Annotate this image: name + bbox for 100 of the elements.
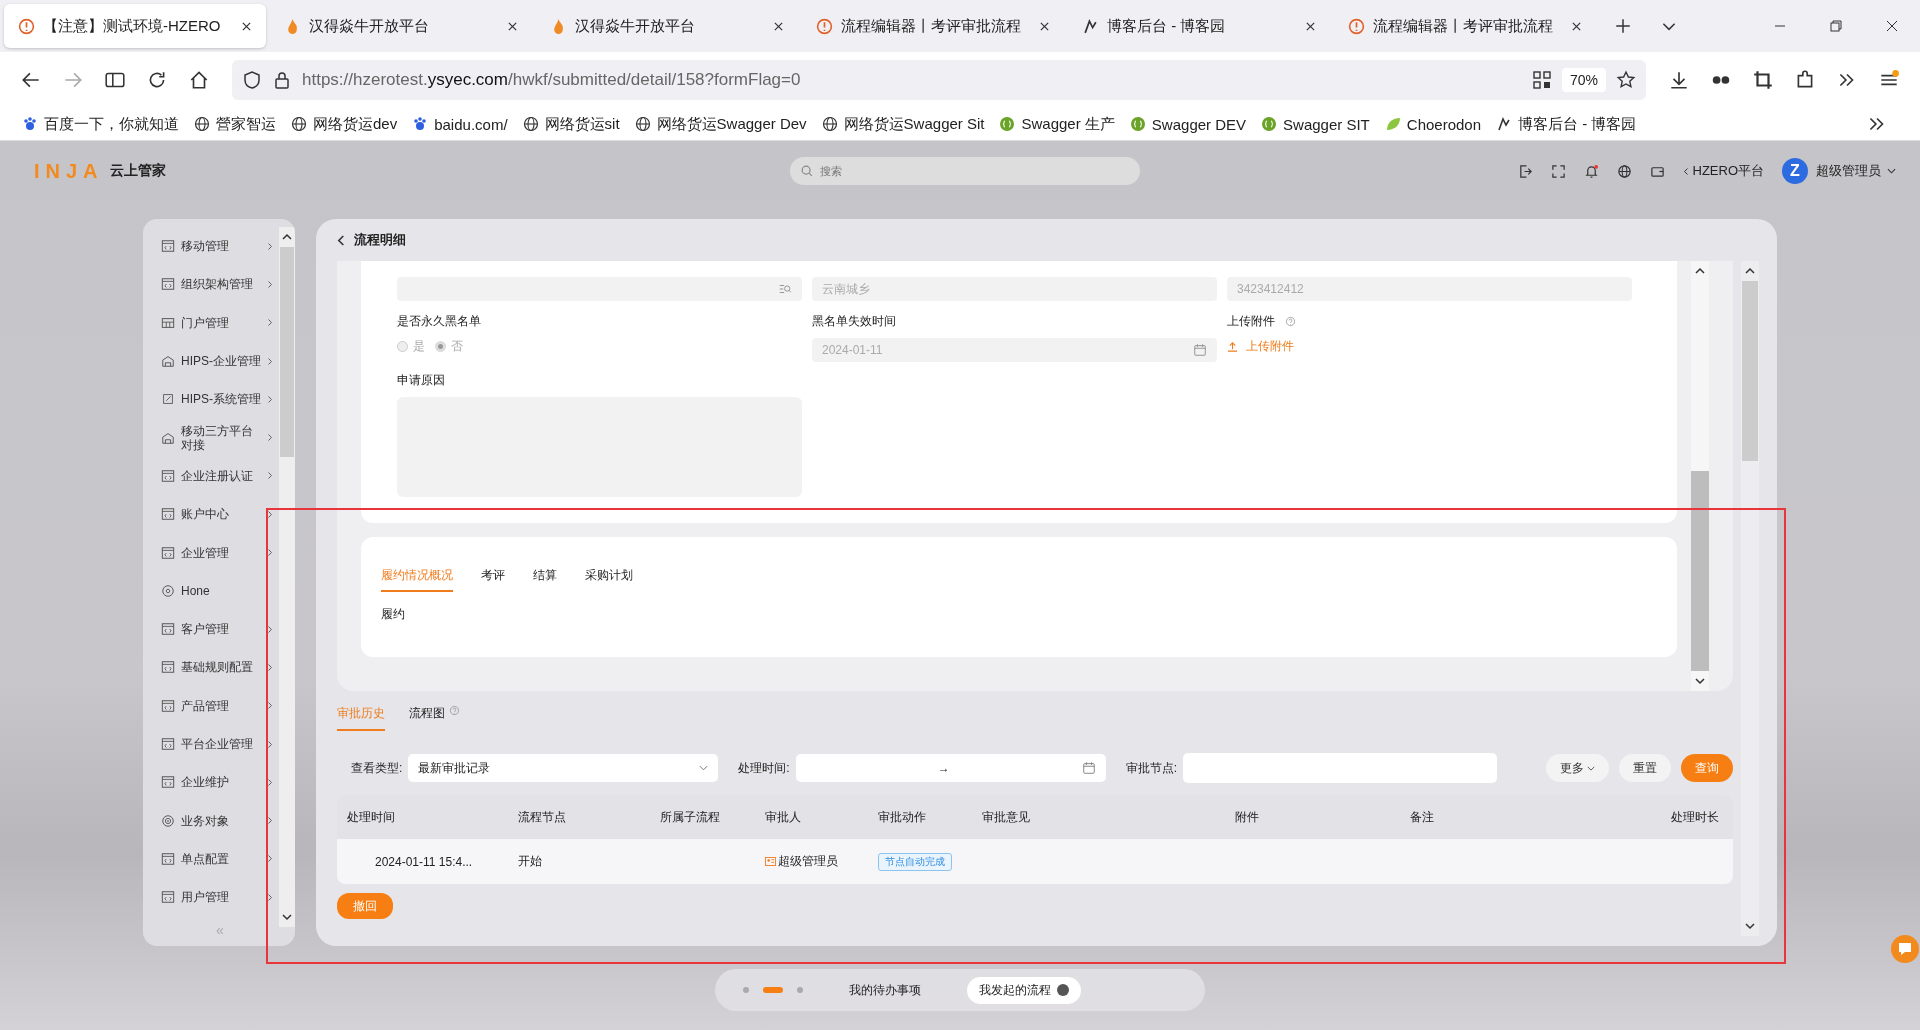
menu-item[interactable]: 企业管理 — [161, 533, 279, 572]
scrollbar[interactable] — [279, 227, 295, 927]
menu-label[interactable]: 基础规则配置 — [181, 660, 261, 675]
menu-label[interactable]: 组织架构管理 — [181, 277, 261, 292]
close-icon[interactable] — [1039, 20, 1050, 32]
star-icon[interactable] — [1616, 70, 1636, 90]
menu-label[interactable]: 企业管理 — [181, 545, 261, 560]
close-icon[interactable] — [1884, 18, 1900, 34]
menu-item[interactable]: HIPS-系统管理 — [161, 380, 279, 419]
menu-label[interactable]: 单点配置 — [181, 851, 261, 866]
bookmark-label[interactable]: baidu.com/ — [434, 115, 508, 133]
bookmark-label[interactable]: Swagger DEV — [1151, 115, 1247, 133]
menu-label[interactable]: 企业注册认证 — [181, 468, 261, 483]
bookmark-label[interactable]: 网络货运dev — [313, 114, 398, 134]
menu-item[interactable]: 移动管理 — [161, 227, 279, 266]
menu-item[interactable]: 产品管理 — [161, 686, 279, 725]
bookmark-label[interactable]: Swagger 生产 — [1021, 114, 1115, 134]
bookmark-label[interactable]: 网络货运sit — [544, 114, 620, 134]
search-icon[interactable] — [778, 282, 792, 296]
close-icon[interactable] — [1571, 20, 1582, 32]
chevron-down-icon[interactable] — [699, 765, 709, 771]
scroll-down-icon[interactable] — [281, 913, 293, 921]
bell-icon[interactable] — [1583, 163, 1599, 179]
close-icon[interactable] — [241, 20, 252, 32]
menu-label[interactable]: 账户中心 — [181, 507, 261, 522]
platform-name[interactable]: HZERO平台 — [1692, 162, 1764, 180]
menu-item[interactable]: 账户中心 — [161, 495, 279, 534]
menu-label[interactable]: Hone — [181, 583, 261, 598]
menu-label[interactable]: HIPS-企业管理 — [181, 354, 261, 369]
fullscreen-icon[interactable] — [1550, 163, 1566, 179]
bookmark-label[interactable]: 网络货运Swagger Sit — [843, 114, 985, 134]
scroll-up-icon[interactable] — [281, 233, 293, 241]
menu-label[interactable]: 客户管理 — [181, 622, 261, 637]
browser-tab[interactable]: 【注意】测试环境-HZERO — [4, 4, 266, 48]
scroll-up-icon[interactable] — [1694, 267, 1706, 275]
tab[interactable]: 考评 — [481, 567, 505, 592]
menu-item[interactable]: 基础规则配置 — [161, 648, 279, 687]
browser-tab[interactable]: 汉得焱牛开放平台 — [536, 4, 798, 48]
browser-tab[interactable]: 流程编辑器丨考评审批流程 — [1334, 4, 1596, 48]
scroll-thumb[interactable] — [1691, 471, 1709, 671]
scroll-down-icon[interactable] — [1744, 922, 1756, 930]
bookmark-label[interactable]: 營家智运 — [216, 114, 276, 134]
menu-label[interactable]: 平台企业管理 — [181, 737, 261, 751]
tab[interactable]: 结算 — [533, 567, 557, 592]
home-icon[interactable] — [188, 69, 210, 91]
menu-label[interactable]: 用户管理 — [181, 890, 261, 905]
menu-item[interactable]: HIPS-企业管理 — [161, 341, 279, 381]
browser-tab[interactable]: 流程编辑器丨考评审批流程 — [802, 4, 1064, 48]
scrollbar[interactable] — [1741, 261, 1759, 936]
scroll-down-icon[interactable] — [1694, 677, 1706, 685]
download-icon[interactable] — [1668, 69, 1690, 91]
scroll-up-icon[interactable] — [1744, 267, 1756, 275]
bookmark-label[interactable]: 网络货运Swagger Dev — [656, 114, 807, 134]
type-select[interactable]: 最新审批记录 — [408, 754, 719, 782]
close-icon[interactable] — [507, 20, 518, 32]
address-bar[interactable]: https://hzerotest.ysyec.com/hwkf/submitted/detail/158?formFlag=0 70% — [232, 60, 1646, 100]
date-range-field[interactable]: → — [795, 754, 1106, 782]
menu-label[interactable]: 企业维护 — [181, 775, 261, 790]
menu-label[interactable]: 产品管理 — [181, 698, 261, 713]
search-field[interactable]: 搜索 — [790, 157, 1140, 185]
qr-code-icon[interactable] — [1531, 70, 1552, 90]
close-icon[interactable] — [773, 20, 784, 32]
menu-item[interactable]: 用户管理 — [161, 878, 279, 917]
chevron-left-icon[interactable] — [1682, 166, 1689, 176]
dock-item[interactable]: 我的待办事项 — [837, 976, 933, 1004]
bookmark-label[interactable]: Swagger SIT — [1283, 115, 1370, 133]
menu-label[interactable]: 门户管理 — [181, 315, 261, 330]
calendar-icon[interactable] — [1081, 761, 1096, 775]
tab[interactable]: 采购计划 — [585, 567, 633, 592]
menu-item[interactable]: 平台企业管理 — [161, 724, 279, 764]
menu-item[interactable]: Hone — [161, 571, 279, 610]
restore-icon[interactable] — [1828, 18, 1844, 34]
chevron-down-icon[interactable] — [1887, 168, 1896, 174]
back-icon[interactable] — [337, 233, 346, 247]
menu-item[interactable]: 业务对象 — [161, 801, 279, 840]
text-field[interactable] — [397, 277, 802, 301]
menu-item[interactable]: 单点配置 — [161, 839, 279, 879]
dock-item[interactable]: 我发起的流程 — [967, 976, 1081, 1004]
menu-item[interactable]: 客户管理 — [161, 609, 279, 649]
bookmark-label[interactable]: 百度一下，你就知道 — [44, 114, 179, 134]
crop-icon[interactable] — [1752, 69, 1774, 91]
node-field[interactable] — [1183, 753, 1498, 783]
browser-tab[interactable]: 汉得焱牛开放平台 — [270, 4, 532, 48]
menu-label[interactable]: 业务对象 — [181, 813, 261, 828]
menu-label[interactable]: 移动三方平台对接 — [181, 423, 261, 452]
menu-label[interactable]: 移动管理 — [181, 239, 261, 254]
more-button[interactable]: 更多 — [1546, 754, 1609, 782]
bookmark-label[interactable]: Choerodon — [1406, 115, 1482, 133]
zoom-badge[interactable]: 70% — [1561, 68, 1606, 92]
menu-item[interactable]: 组织架构管理 — [161, 265, 279, 304]
tab[interactable]: 流程图 — [409, 705, 460, 731]
logout-icon[interactable] — [1517, 163, 1533, 179]
menu-label[interactable]: HIPS-系统管理 — [181, 392, 261, 407]
menu-item[interactable]: 移动三方平台对接 — [161, 418, 279, 457]
user-name[interactable]: 超级管理员 — [1816, 162, 1881, 180]
scroll-thumb[interactable] — [280, 247, 294, 457]
new-tab-icon[interactable] — [1614, 17, 1632, 35]
browser-tab[interactable]: 博客后台 - 博客园 — [1068, 4, 1330, 48]
reset-button[interactable]: 重置 — [1619, 754, 1671, 782]
bookmark-label[interactable]: 博客后台 - 博客园 — [1518, 114, 1637, 134]
